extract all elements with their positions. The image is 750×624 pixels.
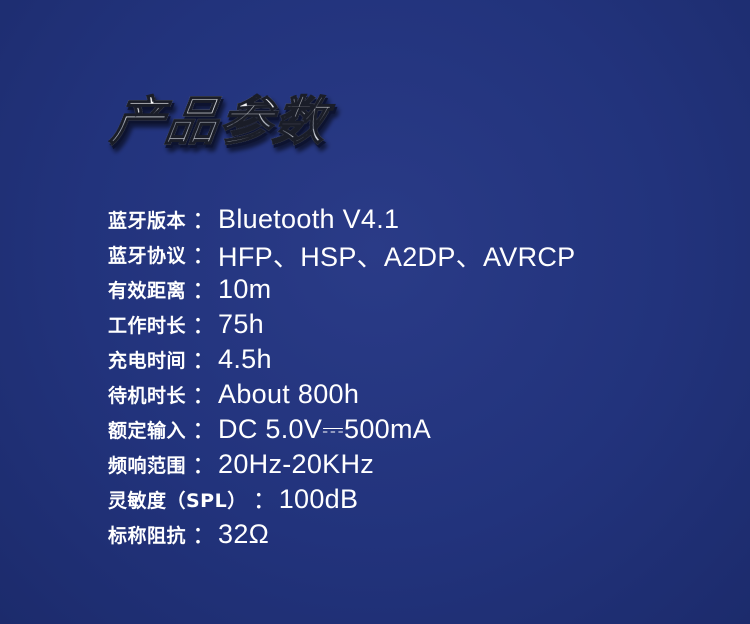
spec-row-charging-time: 充电时间 ： 4.5h bbox=[108, 342, 575, 377]
spec-row-range: 有效距离 ： 10m bbox=[108, 272, 575, 307]
spec-row-standby-time: 待机时长 ： About 800h bbox=[108, 377, 575, 412]
spec-label: 灵敏度（SPL） bbox=[108, 490, 247, 512]
spec-separator: ： bbox=[192, 345, 217, 374]
spec-label: 工作时长 bbox=[108, 315, 187, 337]
spec-separator: ： bbox=[192, 240, 217, 269]
spec-row-bluetooth-protocol: 蓝牙协议 ： HFP、HSP、A2DP、AVRCP bbox=[108, 237, 575, 272]
spec-value: 100dB bbox=[278, 484, 359, 514]
spec-row-impedance: 标称阻抗 ： 32Ω bbox=[108, 517, 575, 552]
spec-value: HFP、HSP、A2DP、AVRCP bbox=[218, 242, 576, 272]
page-title: 产品参数 bbox=[107, 91, 333, 153]
spec-label: 额定输入 bbox=[108, 420, 187, 442]
spec-separator: ： bbox=[192, 310, 217, 339]
spec-value: 75h bbox=[218, 309, 264, 339]
spec-row-working-time: 工作时长 ： 75h bbox=[108, 307, 575, 342]
spec-separator: ： bbox=[192, 520, 217, 549]
spec-label: 频响范围 bbox=[108, 455, 187, 477]
spec-separator: ： bbox=[192, 275, 217, 304]
spec-value: 4.5h bbox=[218, 344, 272, 374]
spec-row-bluetooth-version: 蓝牙版本 ： Bluetooth V4.1 bbox=[108, 202, 575, 237]
spec-label: 充电时间 bbox=[108, 350, 187, 372]
product-spec-page: 产品参数 蓝牙版本 ： Bluetooth V4.1 蓝牙协议 ： HFP、HS… bbox=[0, 0, 750, 624]
spec-separator: ： bbox=[192, 380, 217, 409]
spec-value: 10m bbox=[218, 274, 272, 304]
spec-label: 蓝牙协议 bbox=[108, 245, 187, 267]
spec-label: 待机时长 bbox=[108, 385, 187, 407]
spec-row-sensitivity: 灵敏度（SPL） ： 100dB bbox=[108, 482, 575, 517]
spec-row-rated-input: 额定输入 ： DC 5.0V⎓500mA bbox=[108, 412, 575, 447]
spec-label: 蓝牙版本 bbox=[108, 210, 187, 232]
spec-separator: ： bbox=[252, 485, 277, 514]
spec-value: About 800h bbox=[218, 379, 360, 409]
spec-value: 20Hz-20KHz bbox=[218, 449, 375, 479]
spec-separator: ： bbox=[192, 450, 217, 479]
spec-label: 有效距离 bbox=[108, 280, 187, 302]
spec-list: 蓝牙版本 ： Bluetooth V4.1 蓝牙协议 ： HFP、HSP、A2D… bbox=[108, 202, 575, 552]
spec-separator: ： bbox=[192, 415, 217, 444]
spec-label: 标称阻抗 bbox=[108, 525, 187, 547]
spec-value: 32Ω bbox=[218, 519, 270, 549]
spec-row-frequency-response: 频响范围 ： 20Hz-20KHz bbox=[108, 447, 575, 482]
spec-value: Bluetooth V4.1 bbox=[218, 204, 400, 234]
spec-separator: ： bbox=[192, 205, 217, 234]
spec-value: DC 5.0V⎓500mA bbox=[218, 413, 432, 444]
